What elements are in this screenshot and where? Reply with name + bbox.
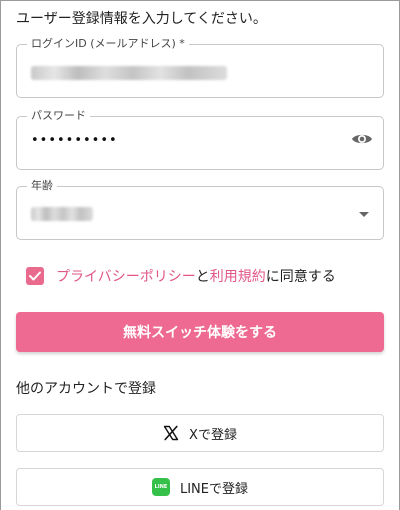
- line-logo-icon: LINE: [151, 478, 170, 496]
- consent-text: プライバシーポリシーと利用規約に同意する: [56, 266, 336, 286]
- password-label: パスワード: [27, 109, 90, 123]
- terms-link[interactable]: 利用規約: [210, 269, 266, 285]
- consent-and: と: [195, 269, 210, 285]
- consent-suffix: に同意する: [265, 269, 336, 285]
- check-icon: [29, 271, 41, 281]
- consent-checkbox[interactable]: [26, 267, 44, 285]
- age-label: 年齢: [27, 179, 57, 193]
- login-id-value-redacted: [31, 66, 227, 80]
- privacy-policy-link[interactable]: プライバシーポリシー: [56, 269, 196, 285]
- form-intro: ユーザー登録情報を入力してください。: [16, 11, 267, 27]
- line-signup-label: LINEで登録: [179, 481, 248, 497]
- login-id-label: ログインID (メールアドレス) *: [27, 37, 189, 51]
- consent-row: プライバシーポリシーと利用規約に同意する: [26, 266, 336, 286]
- age-value-redacted: [31, 207, 93, 221]
- caret-down-icon: [359, 212, 369, 217]
- eye-icon[interactable]: [351, 132, 373, 146]
- password-field[interactable]: パスワード ••••••••••: [16, 109, 384, 170]
- age-select[interactable]: 年齢: [16, 179, 384, 240]
- start-trial-button[interactable]: 無料スイッチ体験をする: [16, 312, 384, 352]
- x-signup-label: Xで登録: [189, 427, 237, 443]
- password-value: ••••••••••: [31, 133, 118, 148]
- line-signup-button[interactable]: LINE LINEで登録: [16, 468, 384, 506]
- login-id-field[interactable]: ログインID (メールアドレス) *: [16, 37, 384, 98]
- x-signup-button[interactable]: Xで登録: [16, 414, 384, 452]
- x-logo-icon: [163, 425, 179, 441]
- other-accounts-title: 他のアカウントで登録: [16, 381, 156, 397]
